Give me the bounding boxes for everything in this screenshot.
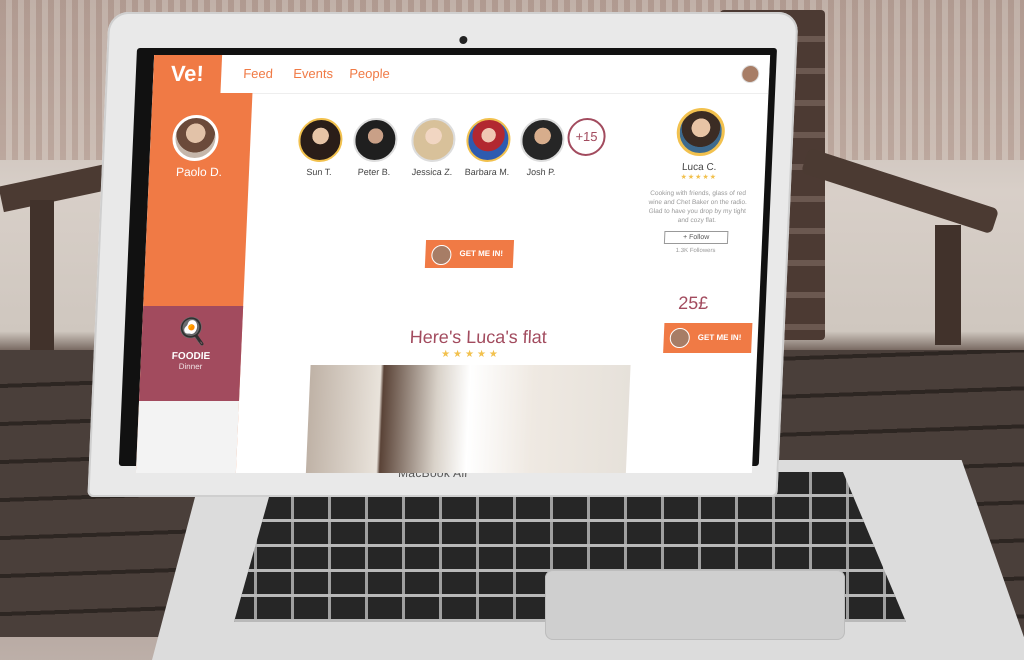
host-avatar[interactable] bbox=[675, 108, 726, 156]
get-me-in-label: GET ME IN! bbox=[459, 249, 504, 258]
attendee-avatar bbox=[519, 118, 566, 162]
chair-arm-left bbox=[0, 163, 112, 213]
attendee[interactable]: Peter B. bbox=[344, 118, 407, 177]
host-bio: Cooking with friends, glass of red wine … bbox=[648, 190, 747, 224]
followers-count: 1.3K Followers bbox=[675, 248, 716, 254]
attendee-name: Sun T. bbox=[306, 167, 332, 177]
flat-rating-stars: ★★★★★ bbox=[440, 349, 502, 360]
get-me-in-button[interactable]: GET ME IN! bbox=[424, 240, 514, 268]
host-name: Luca C. bbox=[681, 162, 717, 173]
attendee[interactable]: Josh P. bbox=[511, 118, 574, 177]
flat-title: Here's Luca's flat bbox=[409, 327, 548, 347]
profile-avatar[interactable] bbox=[171, 115, 220, 161]
attendee-avatar bbox=[465, 118, 512, 162]
get-me-in-label: GET ME IN! bbox=[697, 333, 742, 342]
sidebar: Paolo D. 🍳 FOODIE Dinner bbox=[135, 93, 253, 473]
price-label: 25£ bbox=[677, 293, 709, 313]
chair-leg-left bbox=[30, 200, 54, 350]
more-attendees-badge[interactable]: +15 bbox=[566, 118, 607, 156]
chair-arm bbox=[800, 147, 1000, 235]
chef-hat-icon: 🍳 bbox=[175, 316, 209, 346]
attendee-name: Josh P. bbox=[526, 167, 556, 177]
category-title: FOODIE bbox=[171, 351, 211, 362]
sidebar-footer bbox=[135, 401, 240, 473]
app-logo[interactable]: Ve! bbox=[152, 55, 223, 93]
nav-people[interactable]: People bbox=[348, 55, 390, 93]
category-card[interactable]: 🍳 FOODIE Dinner bbox=[139, 306, 244, 401]
get-me-in-button-side[interactable]: GET ME IN! bbox=[663, 323, 752, 353]
attendee-avatar bbox=[410, 118, 457, 162]
attendee[interactable]: Barbara M. bbox=[457, 118, 520, 177]
trackpad[interactable] bbox=[545, 570, 845, 640]
app-screen: Ve! Feed Events People Paolo D. 🍳 FOODIE… bbox=[135, 55, 771, 473]
flat-photo[interactable] bbox=[305, 365, 631, 473]
follow-button[interactable]: + Follow bbox=[663, 231, 729, 244]
attendee-avatar bbox=[297, 118, 344, 162]
attendee-name: Peter B. bbox=[357, 167, 391, 177]
host-card: Luca C. ★★★★★ Cooking with friends, glas… bbox=[645, 108, 751, 254]
category-subtitle: Dinner bbox=[178, 362, 203, 371]
profile-name: Paolo D. bbox=[175, 165, 223, 179]
attendee-avatar bbox=[352, 118, 399, 162]
attendee[interactable]: Jessica Z. bbox=[402, 118, 465, 177]
user-avatar-icon bbox=[430, 245, 452, 265]
attendee[interactable]: Sun T. bbox=[289, 118, 352, 177]
nav-events[interactable]: Events bbox=[292, 55, 333, 93]
attendee-name: Jessica Z. bbox=[411, 167, 453, 177]
chair-leg bbox=[935, 225, 961, 345]
top-bar: Ve! Feed Events People bbox=[152, 55, 771, 94]
camera-icon bbox=[459, 36, 468, 44]
account-avatar[interactable] bbox=[740, 65, 760, 83]
user-avatar-icon bbox=[669, 328, 691, 348]
attendee-name: Barbara M. bbox=[464, 167, 510, 177]
nav-feed[interactable]: Feed bbox=[242, 55, 273, 93]
attendee-list: Sun T. Peter B. Jessica Z. Barbara M. Jo… bbox=[288, 118, 621, 188]
host-rating-stars: ★★★★★ bbox=[680, 174, 718, 181]
